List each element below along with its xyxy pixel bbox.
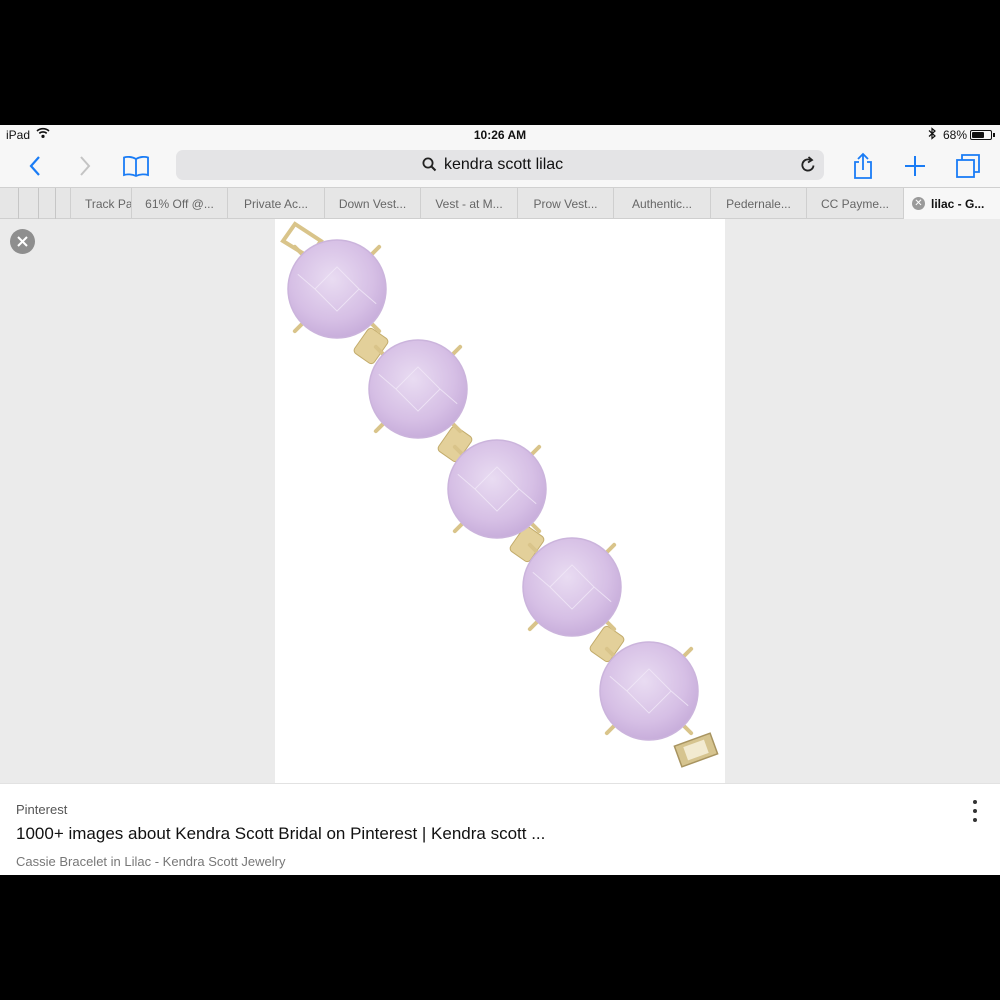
battery-icon bbox=[970, 130, 992, 140]
tab-vest[interactable]: Vest - at M... bbox=[420, 188, 517, 219]
battery-tip bbox=[993, 133, 995, 137]
tab-label: 61% Off @... bbox=[145, 196, 214, 211]
tab-stack-edge bbox=[38, 188, 39, 219]
stone-face bbox=[522, 537, 622, 637]
stone-face bbox=[447, 439, 547, 539]
lilac-stone bbox=[522, 537, 622, 637]
lilac-stone bbox=[599, 641, 699, 741]
bookmarks-icon bbox=[123, 155, 149, 177]
tab-bar: Track Pa 61% Off @... Private Ac... Down… bbox=[0, 187, 1000, 219]
close-icon[interactable] bbox=[10, 229, 35, 254]
tab-label: Track Pa bbox=[85, 196, 131, 211]
more-vertical-icon[interactable] bbox=[966, 798, 984, 824]
forward-icon bbox=[80, 156, 91, 176]
stone-face bbox=[287, 239, 387, 339]
result-image[interactable] bbox=[275, 219, 725, 783]
bookmarks-button[interactable] bbox=[119, 149, 153, 183]
tab-prow-vest[interactable]: Prow Vest... bbox=[517, 188, 613, 219]
bluetooth-icon bbox=[928, 127, 937, 143]
back-button[interactable] bbox=[18, 149, 52, 183]
dot bbox=[973, 818, 977, 822]
stone-face bbox=[368, 339, 468, 439]
forward-button[interactable] bbox=[68, 149, 102, 183]
result-caption[interactable]: Pinterest 1000+ images about Kendra Scot… bbox=[0, 783, 1000, 875]
clock: 10:26 AM bbox=[473, 128, 527, 142]
share-button[interactable] bbox=[846, 149, 880, 183]
result-subtitle: Cassie Bracelet in Lilac - Kendra Scott … bbox=[16, 854, 286, 869]
tab-label: Vest - at M... bbox=[435, 196, 503, 211]
tab-label: Pedernale... bbox=[726, 196, 791, 211]
tab-label: CC Payme... bbox=[820, 196, 889, 211]
dot bbox=[973, 800, 977, 804]
tab-lilac-active[interactable]: ✕ lilac - G... bbox=[903, 188, 1000, 219]
lilac-stone bbox=[447, 439, 547, 539]
result-title[interactable]: 1000+ images about Kendra Scott Bridal o… bbox=[16, 824, 545, 844]
tab-track[interactable]: Track Pa bbox=[70, 188, 131, 219]
browser-toolbar: kendra scott lilac bbox=[0, 145, 1000, 187]
tab-stack-edge bbox=[55, 188, 56, 219]
tab-authentic[interactable]: Authentic... bbox=[613, 188, 710, 219]
image-viewer bbox=[0, 219, 1000, 783]
tab-61-off[interactable]: 61% Off @... bbox=[131, 188, 227, 219]
battery-percent: 68% bbox=[943, 128, 968, 142]
reload-icon[interactable] bbox=[800, 156, 816, 178]
ipad-screen: iPad 10:26 AM 68% kendra scott lilac Tra… bbox=[0, 125, 1000, 875]
close-tab-icon[interactable]: ✕ bbox=[912, 197, 925, 210]
tabs-icon bbox=[956, 154, 980, 178]
dot bbox=[973, 809, 977, 813]
back-icon bbox=[29, 156, 40, 176]
tab-private[interactable]: Private Ac... bbox=[227, 188, 324, 219]
tab-pedernales[interactable]: Pedernale... bbox=[710, 188, 806, 219]
lilac-stones bbox=[287, 239, 699, 741]
tabs-overview-button[interactable] bbox=[951, 149, 985, 183]
tab-label: Down Vest... bbox=[338, 196, 407, 211]
new-tab-button[interactable] bbox=[898, 149, 932, 183]
new-tab-icon bbox=[905, 156, 925, 176]
search-query: kendra scott lilac bbox=[444, 156, 564, 173]
tab-cc-payment[interactable]: CC Payme... bbox=[806, 188, 903, 219]
tab-stack-edge bbox=[18, 188, 19, 219]
address-bar[interactable]: kendra scott lilac bbox=[176, 150, 824, 180]
search-icon bbox=[422, 157, 437, 177]
tab-label: Private Ac... bbox=[243, 196, 309, 211]
lilac-stone bbox=[287, 239, 387, 339]
tab-label: Authentic... bbox=[631, 196, 693, 211]
status-bar: iPad 10:26 AM 68% bbox=[0, 125, 1000, 145]
stone-face bbox=[599, 641, 699, 741]
tab-label: lilac - G... bbox=[931, 196, 985, 211]
battery-level bbox=[972, 132, 985, 138]
tab-down-vest[interactable]: Down Vest... bbox=[324, 188, 420, 219]
clasp-bottom bbox=[673, 732, 719, 768]
lilac-stone bbox=[368, 339, 468, 439]
bracelet-image bbox=[280, 221, 719, 768]
result-source: Pinterest bbox=[16, 802, 68, 817]
tab-label: Prow Vest... bbox=[533, 196, 598, 211]
share-icon bbox=[854, 152, 872, 179]
